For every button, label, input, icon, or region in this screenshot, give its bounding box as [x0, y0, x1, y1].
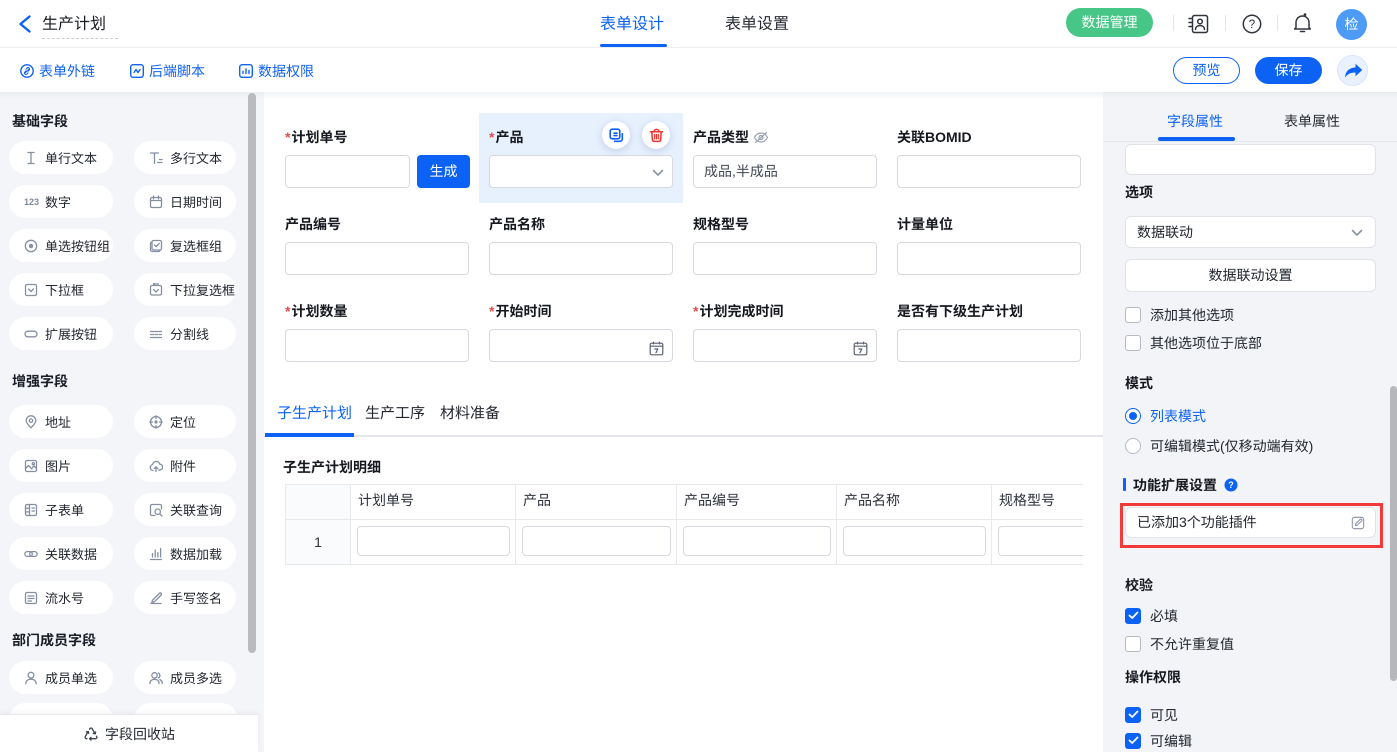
svg-text:?: ? — [1249, 19, 1255, 31]
svg-text:?: ? — [1228, 480, 1234, 490]
